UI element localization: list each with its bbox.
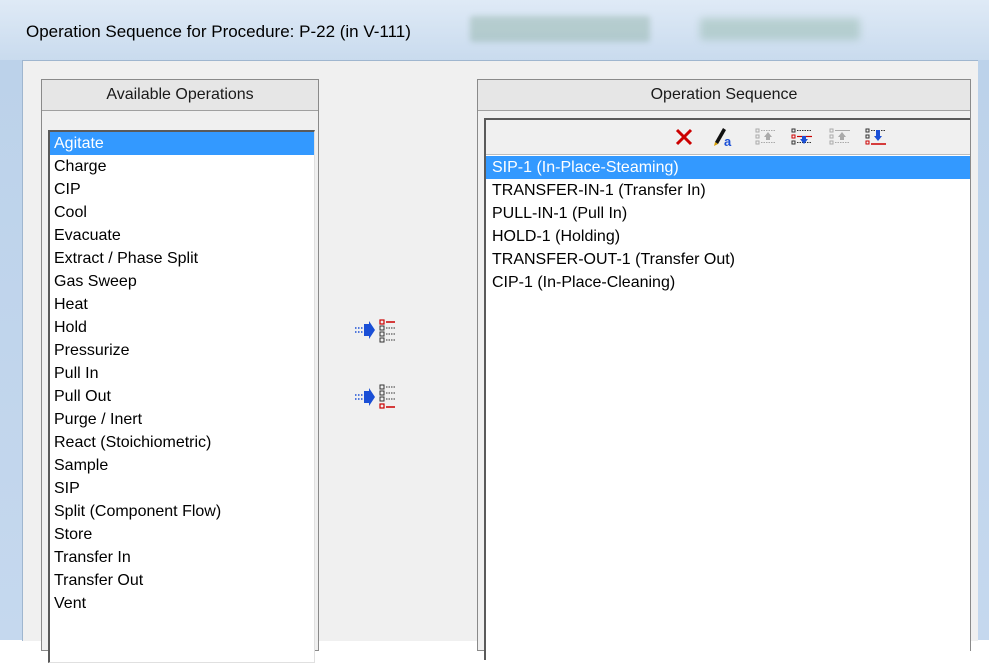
move-to-top-button[interactable] <box>826 124 854 150</box>
available-operation-item[interactable]: Charge <box>50 155 314 178</box>
move-to-bottom-button[interactable] <box>862 124 890 150</box>
operation-sequence-group: Operation Sequence a SIP-1 (In-Place-Ste… <box>477 79 971 660</box>
available-operation-item[interactable]: React (Stoichiometric) <box>50 431 314 454</box>
title-bar: Operation Sequence for Procedure: P-22 (… <box>0 0 989 60</box>
available-operations-header: Available Operations <box>42 80 318 111</box>
move-up-button[interactable] <box>752 124 780 150</box>
available-operation-item[interactable]: Agitate <box>50 132 314 155</box>
sequence-operation-item[interactable]: CIP-1 (In-Place-Cleaning) <box>486 271 970 294</box>
move-down-button[interactable] <box>788 124 816 150</box>
available-operation-item[interactable]: Vent <box>50 592 314 615</box>
available-operation-item[interactable]: Cool <box>50 201 314 224</box>
available-operation-item[interactable]: Transfer In <box>50 546 314 569</box>
insert-operation-button[interactable] <box>353 312 397 348</box>
available-operation-item[interactable]: Evacuate <box>50 224 314 247</box>
insert-before-icon <box>355 319 395 343</box>
append-operation-button[interactable] <box>353 379 397 415</box>
available-operation-item[interactable]: SIP <box>50 477 314 500</box>
operation-sequence-list[interactable]: SIP-1 (In-Place-Steaming) TRANSFER-IN-1 (… <box>486 156 970 660</box>
dialog-client-area: Available Operations Agitate Charge CIP Coo… <box>22 60 978 663</box>
available-operations-list[interactable]: Agitate Charge CIP Cool Evacuate Extract / Ph… <box>48 130 315 663</box>
available-operation-item[interactable]: Store <box>50 523 314 546</box>
sequence-toolbar: a <box>486 120 970 155</box>
delete-icon <box>675 128 693 146</box>
available-operation-item[interactable]: Hold <box>50 316 314 339</box>
rename-icon: a <box>714 128 732 149</box>
operation-sequence-header: Operation Sequence <box>478 80 970 111</box>
append-after-icon <box>355 384 395 409</box>
available-operation-item[interactable]: CIP <box>50 178 314 201</box>
delete-operation-button[interactable] <box>670 124 698 150</box>
available-operation-item[interactable]: Purge / Inert <box>50 408 314 431</box>
window-title: Operation Sequence for Procedure: P-22 (… <box>26 22 411 41</box>
sequence-operation-item[interactable]: HOLD-1 (Holding) <box>486 225 970 248</box>
available-operation-item[interactable]: Pull In <box>50 362 314 385</box>
available-operations-group: Available Operations Agitate Charge CIP Coo… <box>41 79 319 663</box>
svg-text:a: a <box>724 134 732 149</box>
background-blur <box>470 16 650 42</box>
sequence-operation-item[interactable]: TRANSFER-IN-1 (Transfer In) <box>486 179 970 202</box>
move-to-top-icon <box>829 128 850 145</box>
move-down-icon <box>791 128 812 145</box>
sequence-operation-item[interactable]: SIP-1 (In-Place-Steaming) <box>486 156 970 179</box>
available-operation-item[interactable]: Heat <box>50 293 314 316</box>
available-operation-item[interactable]: Pull Out <box>50 385 314 408</box>
available-operation-item[interactable]: Transfer Out <box>50 569 314 592</box>
rename-operation-button[interactable]: a <box>710 124 738 150</box>
move-to-bottom-icon <box>865 128 886 145</box>
available-operation-item[interactable]: Sample <box>50 454 314 477</box>
available-operation-item[interactable]: Extract / Phase Split <box>50 247 314 270</box>
operation-sequence-panel: a SIP-1 (In-Place-Steaming) TRANSFER-IN-… <box>484 118 970 660</box>
sequence-operation-item[interactable]: PULL-IN-1 (Pull In) <box>486 202 970 225</box>
available-operation-item[interactable]: Split (Component Flow) <box>50 500 314 523</box>
dialog-window: Operation Sequence for Procedure: P-22 (… <box>0 0 989 663</box>
available-operation-item[interactable]: Pressurize <box>50 339 314 362</box>
background-blur <box>700 18 860 40</box>
available-operation-item[interactable]: Gas Sweep <box>50 270 314 293</box>
move-up-icon <box>755 128 776 145</box>
sequence-operation-item[interactable]: TRANSFER-OUT-1 (Transfer Out) <box>486 248 970 271</box>
